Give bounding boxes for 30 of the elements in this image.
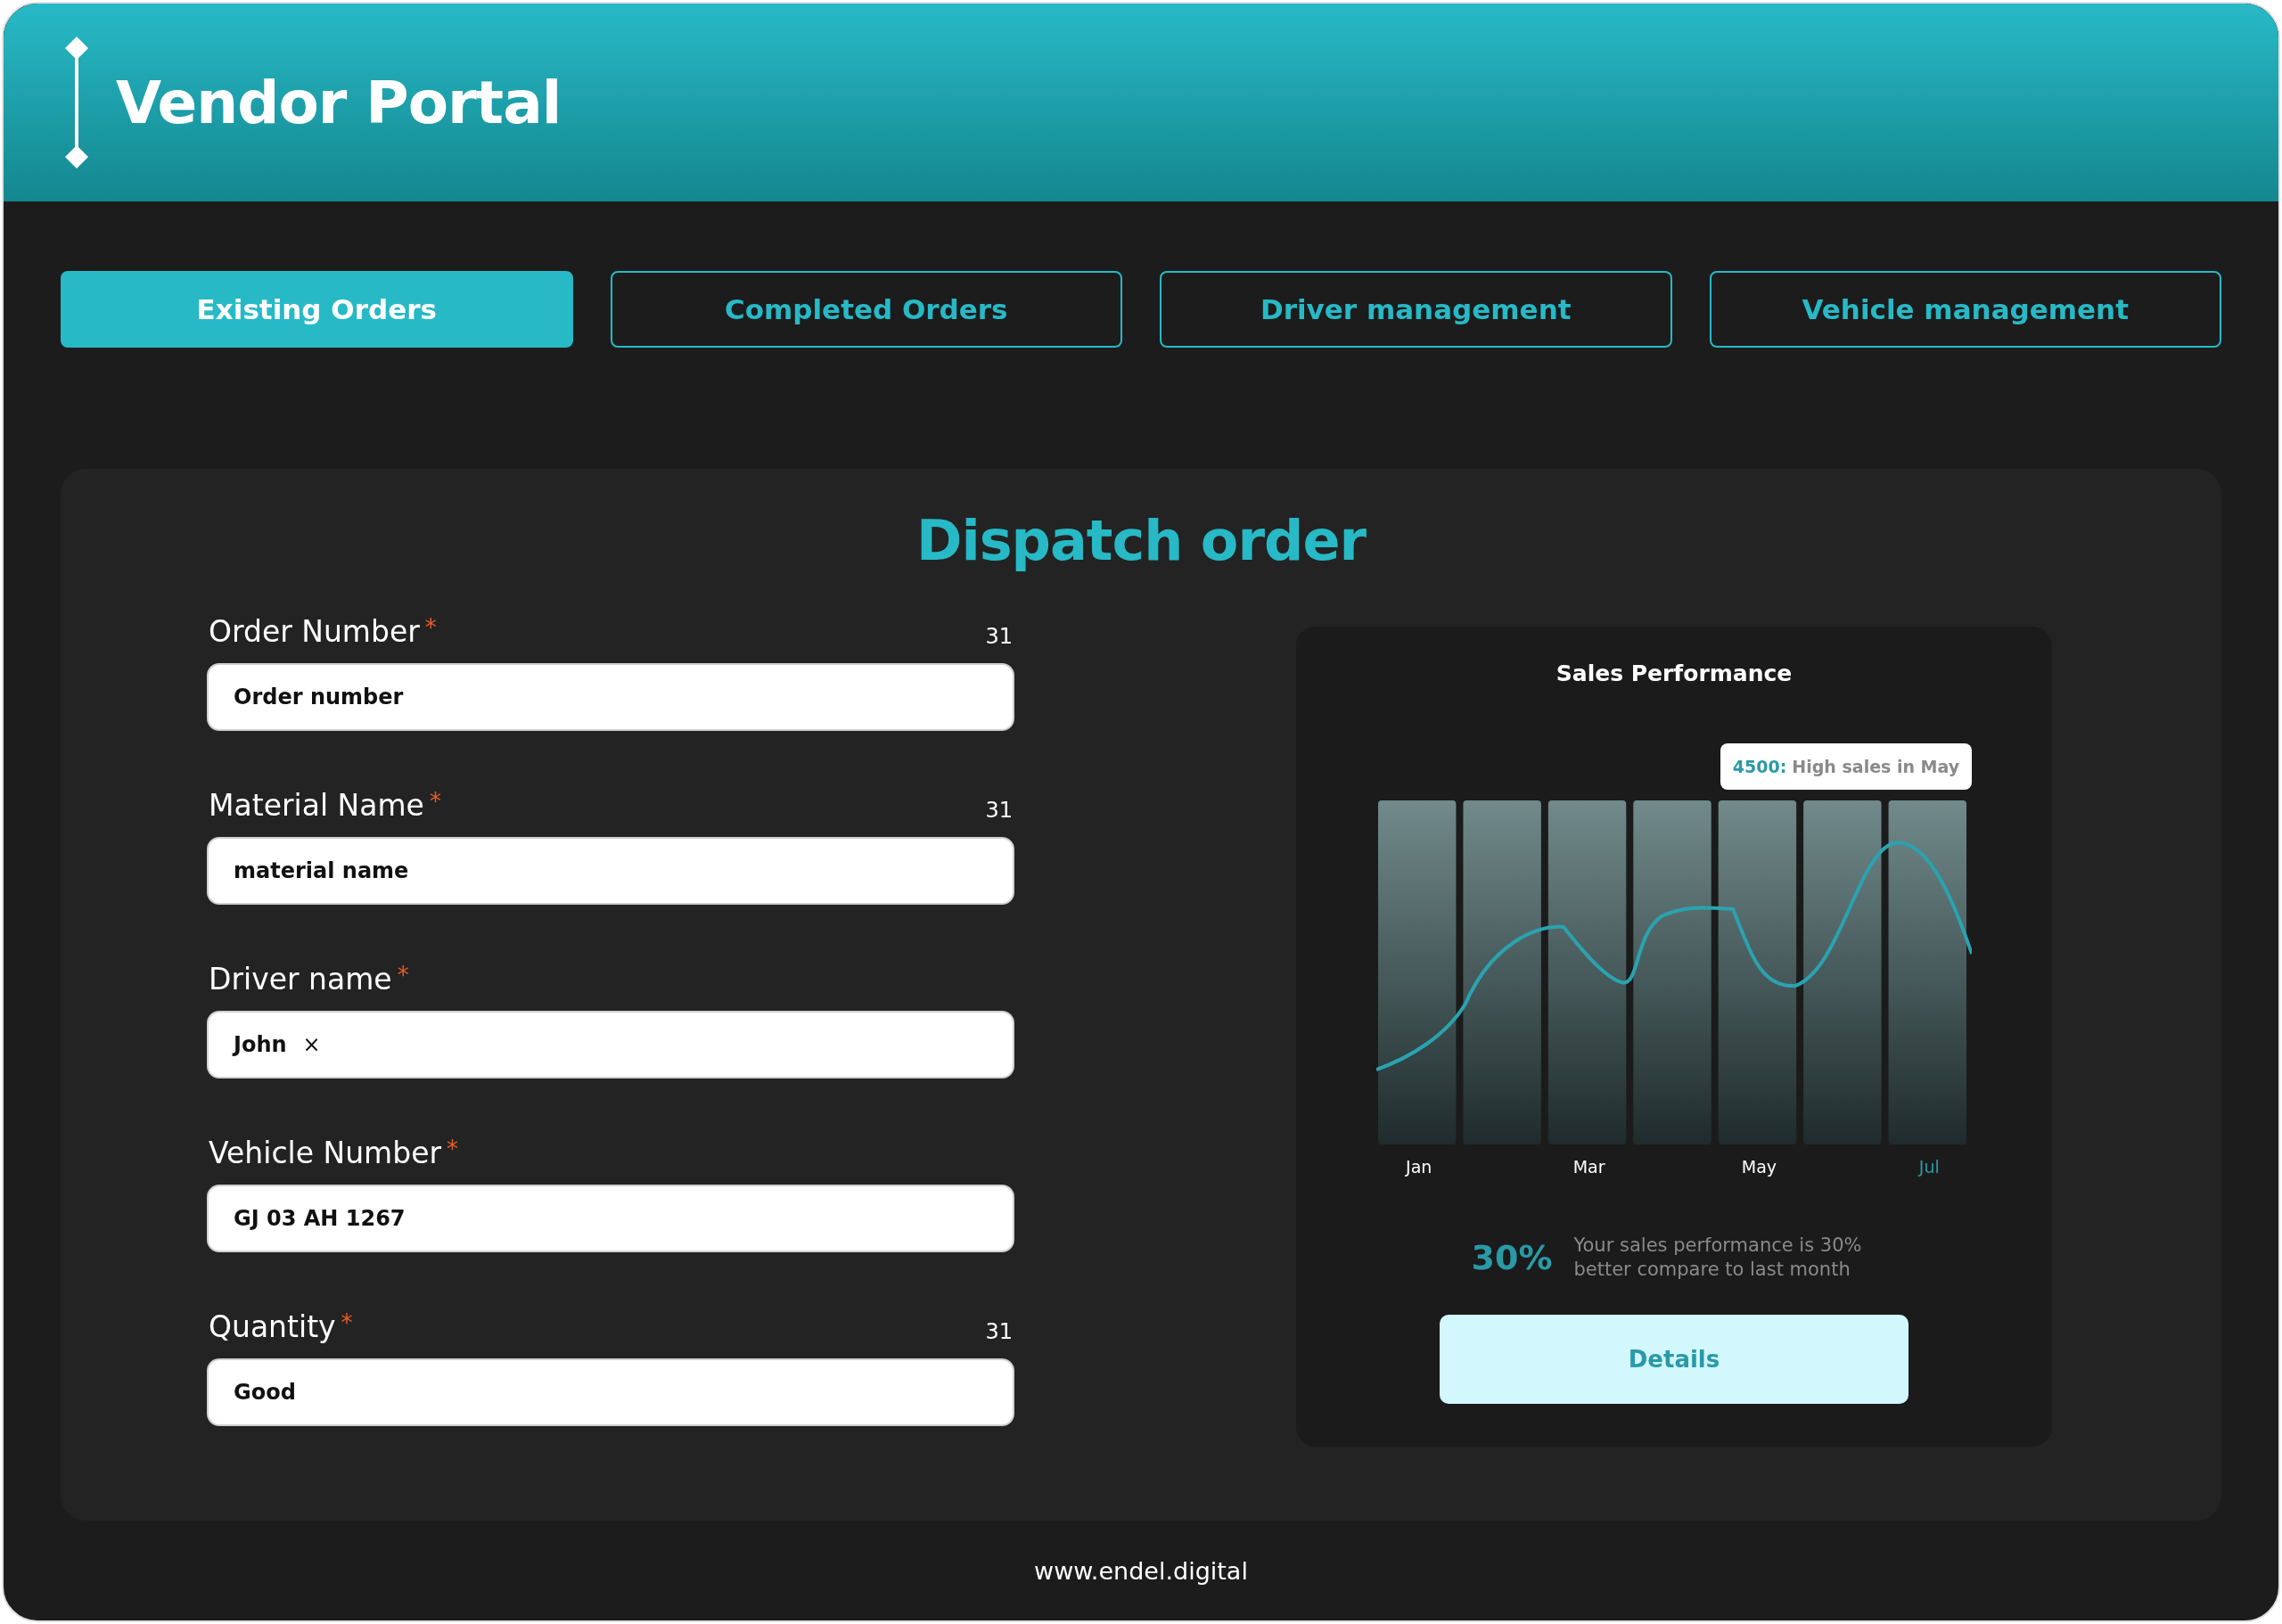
remove-button[interactable]: × — [302, 1032, 321, 1057]
input-field[interactable]: Good — [207, 1358, 1014, 1426]
panel-title: Dispatch order — [915, 508, 1367, 573]
percent-value: 30% — [1471, 1238, 1553, 1278]
logo-icon — [64, 37, 89, 168]
month-label: Jul — [1918, 1157, 1940, 1177]
input-field[interactable]: GJ 03 AH 1267 — [207, 1185, 1014, 1252]
nav-tab[interactable]: Vehicle management — [1709, 271, 2221, 348]
nav-tab[interactable]: Driver management — [1160, 271, 1672, 348]
field-label: Vehicle Number * — [209, 1136, 459, 1170]
summary-text: Your sales performance is 30% better compare to last month — [1573, 1234, 1863, 1283]
input-field[interactable]: material name — [207, 837, 1014, 905]
tooltip-text: High sales in May — [1792, 757, 1960, 776]
input-field[interactable]: John × — [207, 1011, 1014, 1079]
month-label: Jan — [1406, 1157, 1432, 1177]
month-label: May — [1741, 1157, 1777, 1177]
input-field[interactable]: Order number — [207, 663, 1014, 731]
nav-tab[interactable]: Completed Orders — [610, 271, 1122, 348]
field-label: Order Number * — [209, 614, 437, 649]
app-title: Vendor Portal — [116, 68, 562, 137]
field-label: Material Name * — [209, 788, 441, 823]
card-title: Sales Performance — [1556, 660, 1793, 686]
field-label: Driver name * — [209, 962, 409, 997]
driver-name-text: John — [234, 1032, 287, 1057]
character-counter: 31 — [985, 624, 1013, 649]
character-counter: 31 — [985, 798, 1013, 823]
tooltip-value: 4500: — [1732, 757, 1787, 776]
month-label: Mar — [1572, 1157, 1605, 1177]
field-label: Quantity * — [209, 1309, 353, 1344]
character-counter: 31 — [985, 1319, 1013, 1344]
